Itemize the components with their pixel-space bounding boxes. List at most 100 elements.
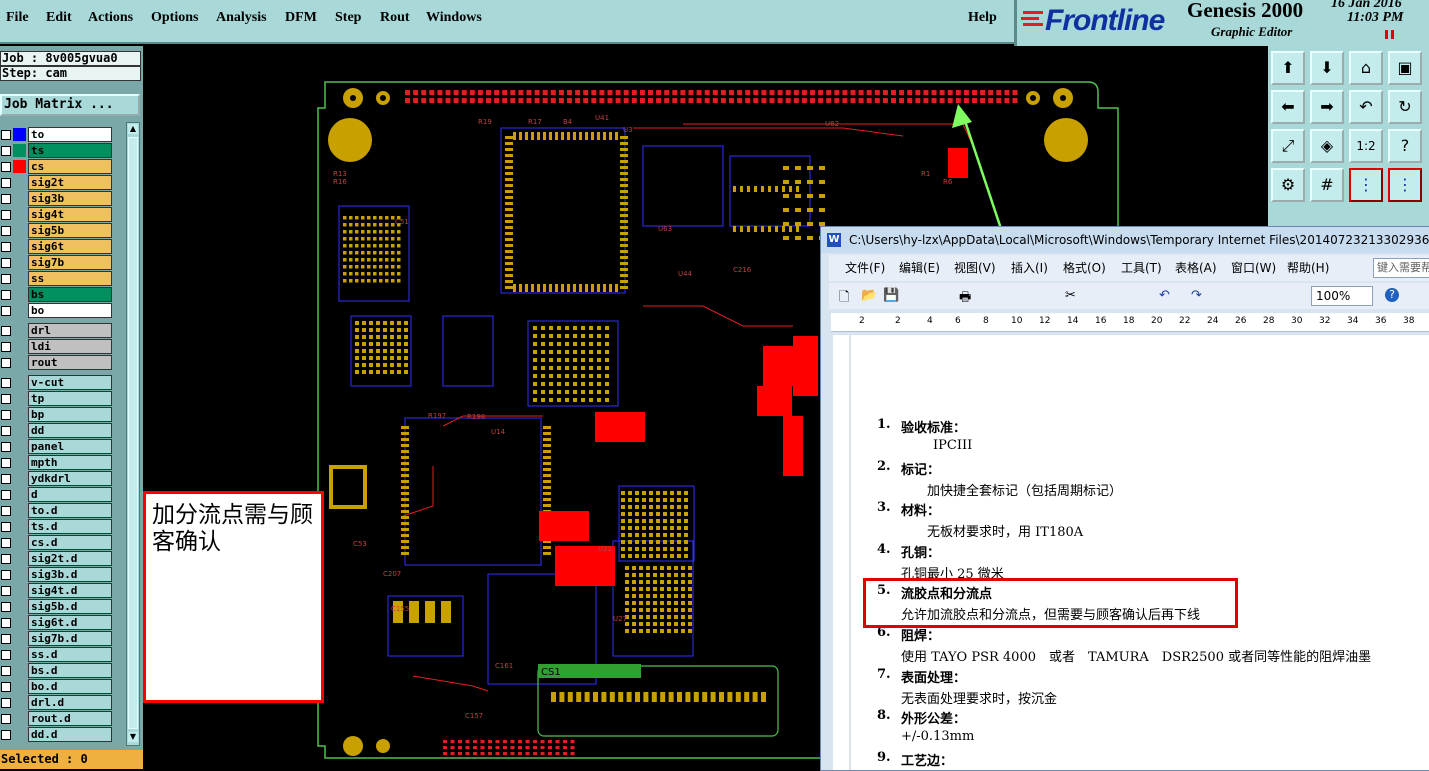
home-icon[interactable]: ⌂ <box>1349 51 1383 85</box>
help-icon[interactable]: ? <box>1385 288 1399 302</box>
layer-name[interactable]: sig6t.d <box>28 615 112 630</box>
layer-row[interactable]: sig4t.d <box>0 583 143 599</box>
layer-row[interactable]: rout <box>0 355 143 371</box>
menu-options[interactable]: Options <box>151 10 198 26</box>
layer-name[interactable]: to.d <box>28 503 112 518</box>
scale-one-to-two-icon[interactable]: 1:2 <box>1349 129 1383 163</box>
layer-row[interactable]: panel <box>0 439 143 455</box>
layer-checkbox[interactable] <box>1 242 11 252</box>
layer-name[interactable]: d <box>28 487 112 502</box>
word-help-search-input[interactable]: 键入需要帮 <box>1373 258 1429 278</box>
layer-row[interactable]: dd.d <box>0 727 143 743</box>
net-icon[interactable]: ⋮ <box>1349 168 1383 202</box>
layer-name[interactable]: rout <box>28 355 112 370</box>
scroll-down-icon[interactable]: ▼ <box>128 732 138 742</box>
zoom-center-icon[interactable]: ◈ <box>1310 129 1344 163</box>
layer-name[interactable]: panel <box>28 439 112 454</box>
undo-icon[interactable]: ↶ <box>1159 288 1170 303</box>
word-menu-insert[interactable]: 插入(I) <box>1011 255 1048 281</box>
layer-checkbox[interactable] <box>1 258 11 268</box>
word-menu-format[interactable]: 格式(O) <box>1063 255 1106 281</box>
layer-row[interactable]: sig6t.d <box>0 615 143 631</box>
layer-name[interactable]: cs.d <box>28 535 112 550</box>
layer-name[interactable]: bo <box>28 303 112 318</box>
layer-checkbox[interactable] <box>1 570 11 580</box>
layer-name[interactable]: dd.d <box>28 727 112 742</box>
layer-checkbox[interactable] <box>1 602 11 612</box>
layer-checkbox[interactable] <box>1 506 11 516</box>
layer-name[interactable]: sig5b <box>28 223 112 238</box>
move-right-icon[interactable]: ➡ <box>1310 90 1344 124</box>
layer-row[interactable]: dd <box>0 423 143 439</box>
layer-checkbox[interactable] <box>1 714 11 724</box>
move-up-icon[interactable]: ⬆ <box>1271 51 1305 85</box>
layer-name[interactable]: cs <box>28 159 112 174</box>
layer-checkbox[interactable] <box>1 666 11 676</box>
print-icon[interactable]: 🖶 <box>959 288 971 310</box>
redraw-icon[interactable]: ↻ <box>1388 90 1422 124</box>
net-alt-icon[interactable]: ⋮ <box>1388 168 1422 202</box>
layer-name[interactable]: dd <box>28 423 112 438</box>
layer-row[interactable]: drl.d <box>0 695 143 711</box>
word-menu-tools[interactable]: 工具(T) <box>1121 255 1162 281</box>
layer-row[interactable]: drl <box>0 323 143 339</box>
layer-row[interactable]: cs <box>0 159 143 175</box>
menu-help[interactable]: Help <box>968 10 997 26</box>
layer-row[interactable]: sig2t <box>0 175 143 191</box>
layer-name[interactable]: sig5b.d <box>28 599 112 614</box>
layer-name[interactable]: ts <box>28 143 112 158</box>
scroll-thumb[interactable] <box>128 137 138 729</box>
open-icon[interactable]: 📂 <box>861 288 877 303</box>
save-icon[interactable]: 💾 <box>883 288 899 303</box>
layer-name[interactable]: v-cut <box>28 375 112 390</box>
layer-checkbox[interactable] <box>1 306 11 316</box>
layer-row[interactable]: sig7b.d <box>0 631 143 647</box>
layer-row[interactable]: to.d <box>0 503 143 519</box>
layer-row[interactable]: ldi <box>0 339 143 355</box>
layer-row[interactable]: mpth <box>0 455 143 471</box>
layer-checkbox[interactable] <box>1 682 11 692</box>
word-menu-table[interactable]: 表格(A) <box>1175 255 1217 281</box>
word-title-bar[interactable]: W C:\Users\hy-lzx\AppData\Local\Microsof… <box>821 227 1429 253</box>
job-matrix-button[interactable]: Job Matrix ... <box>0 94 140 116</box>
scroll-up-icon[interactable]: ▲ <box>128 124 138 134</box>
layer-row[interactable]: sig5b <box>0 223 143 239</box>
layer-color-swatch[interactable] <box>13 144 26 157</box>
layer-scrollbar[interactable]: ▲ ▼ <box>126 122 140 746</box>
layer-checkbox[interactable] <box>1 178 11 188</box>
layer-name[interactable]: sig2t.d <box>28 551 112 566</box>
layer-checkbox[interactable] <box>1 410 11 420</box>
layer-name[interactable]: bs.d <box>28 663 112 678</box>
move-down-icon[interactable]: ⬇ <box>1310 51 1344 85</box>
layer-name[interactable]: mpth <box>28 455 112 470</box>
menu-edit[interactable]: Edit <box>46 10 72 26</box>
layer-name[interactable]: ts.d <box>28 519 112 534</box>
layer-row[interactable]: sig2t.d <box>0 551 143 567</box>
layer-name[interactable]: sig3b <box>28 191 112 206</box>
layer-name[interactable]: sig4t <box>28 207 112 222</box>
layer-row[interactable]: bs.d <box>0 663 143 679</box>
layer-row[interactable]: sig6t <box>0 239 143 255</box>
layer-checkbox[interactable] <box>1 226 11 236</box>
layer-name[interactable]: sig4t.d <box>28 583 112 598</box>
layer-name[interactable]: ydkdrl <box>28 471 112 486</box>
layer-checkbox[interactable] <box>1 474 11 484</box>
layer-name[interactable]: drl.d <box>28 695 112 710</box>
layer-checkbox[interactable] <box>1 650 11 660</box>
layer-row[interactable]: bo.d <box>0 679 143 695</box>
word-menu-window[interactable]: 窗口(W) <box>1231 255 1276 281</box>
word-menu-help[interactable]: 帮助(H) <box>1287 255 1329 281</box>
layer-row[interactable]: bp <box>0 407 143 423</box>
menu-step[interactable]: Step <box>335 10 361 26</box>
layer-checkbox[interactable] <box>1 730 11 740</box>
zoom-fit-icon[interactable]: ⤢ <box>1271 129 1305 163</box>
layer-checkbox[interactable] <box>1 634 11 644</box>
menu-dfm[interactable]: DFM <box>285 10 317 26</box>
layer-checkbox[interactable] <box>1 146 11 156</box>
new-doc-icon[interactable]: 🗋 <box>839 288 849 310</box>
layer-row[interactable]: sig3b.d <box>0 567 143 583</box>
layer-row[interactable]: cs.d <box>0 535 143 551</box>
word-menu-view[interactable]: 视图(V) <box>954 255 996 281</box>
layer-name[interactable]: sig7b <box>28 255 112 270</box>
layer-row[interactable]: tp <box>0 391 143 407</box>
